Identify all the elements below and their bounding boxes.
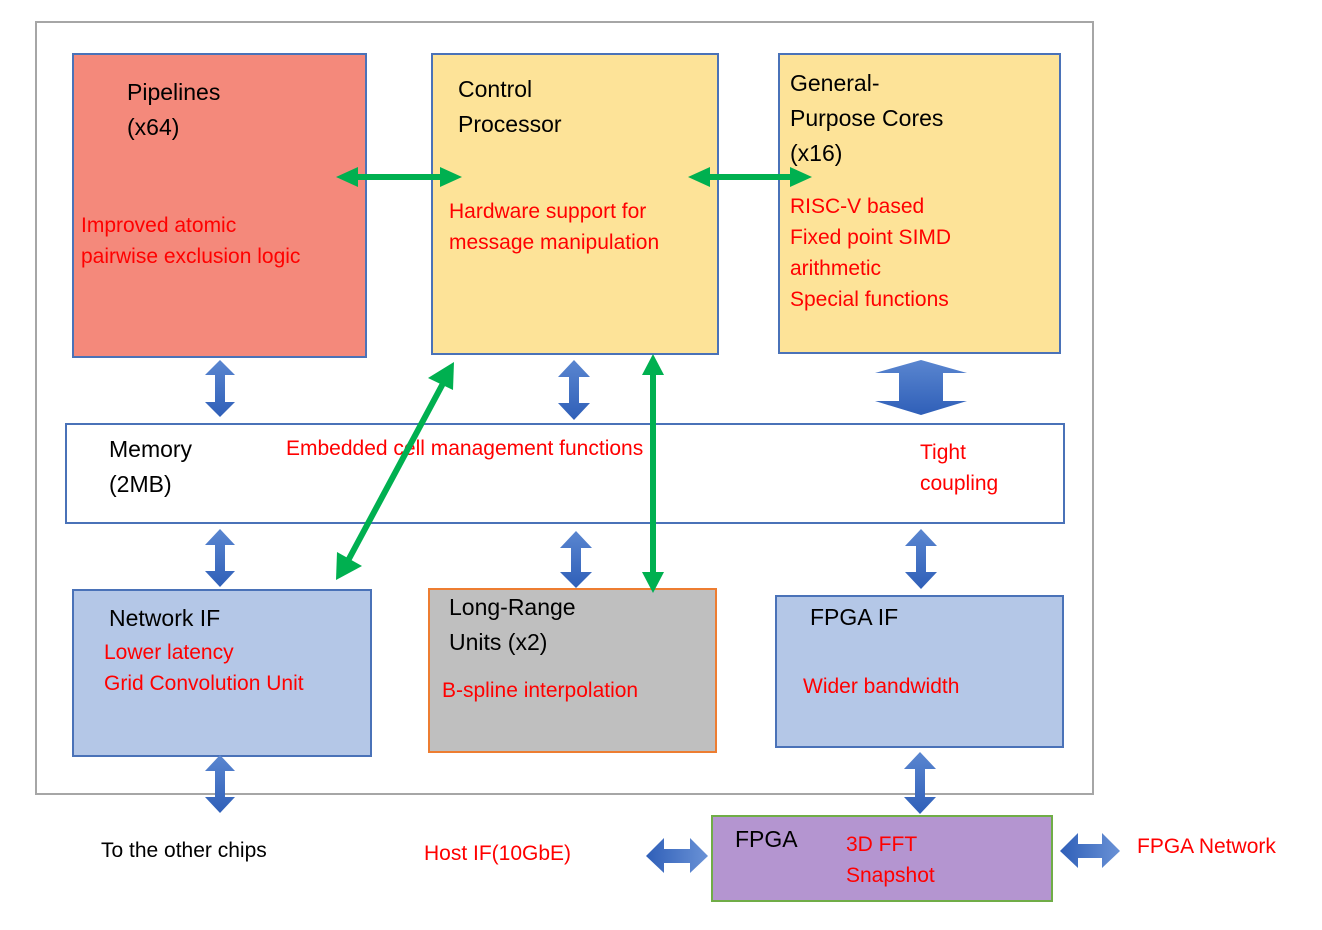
fpga-note: 3D FFT Snapshot xyxy=(846,833,935,887)
long-range-units-note: B-spline interpolation xyxy=(442,679,639,702)
tight-coupling-note: Tight coupling xyxy=(920,441,999,495)
network-if-block[interactable]: Network IF Lower latency Grid Convolutio… xyxy=(72,589,372,757)
memory-title: Memory (2MB) xyxy=(109,436,193,497)
pipelines-block[interactable]: Pipelines (x64) Improved atomic pairwise… xyxy=(72,53,367,358)
control-processor-block[interactable]: Control Processor Hardware support for m… xyxy=(431,53,719,355)
network-if-note: Lower latency Grid Convolution Unit xyxy=(104,641,304,695)
fpga-if-block[interactable]: FPGA IF Wider bandwidth xyxy=(775,595,1064,748)
fpga-network-label: FPGA Network xyxy=(1137,835,1276,858)
general-purpose-cores-title: General- Purpose Cores (x16) xyxy=(790,70,944,166)
host-if-label: Host IF(10GbE) xyxy=(424,842,572,865)
memory-note: Embedded cell management functions xyxy=(286,437,644,460)
fpga-if-note: Wider bandwidth xyxy=(803,675,960,698)
long-range-units-block[interactable]: Long-Range Units (x2) B-spline interpola… xyxy=(428,588,717,753)
control-processor-title: Control Processor xyxy=(458,76,562,137)
fpga-block[interactable]: FPGA 3D FFT Snapshot xyxy=(711,815,1053,902)
general-purpose-cores-note: RISC-V based Fixed point SIMD arithmetic… xyxy=(790,195,952,311)
general-purpose-cores-block[interactable]: General- Purpose Cores (x16) RISC-V base… xyxy=(778,53,1061,354)
arrow-hostif-fpga xyxy=(646,838,708,873)
network-if-title: Network IF xyxy=(109,605,221,631)
long-range-units-title: Long-Range Units (x2) xyxy=(449,594,576,655)
pipelines-title: Pipelines (x64) xyxy=(127,79,221,140)
arrow-fpga-fpganetwork xyxy=(1060,833,1120,868)
fpga-title: FPGA xyxy=(735,826,798,852)
control-processor-note: Hardware support for message manipulatio… xyxy=(449,200,660,254)
memory-block[interactable]: Memory (2MB) Embedded cell management fu… xyxy=(65,423,1065,524)
other-chips-label: To the other chips xyxy=(101,839,267,862)
pipelines-note: Improved atomic pairwise exclusion logic xyxy=(81,214,301,268)
fpga-if-title: FPGA IF xyxy=(810,604,899,630)
